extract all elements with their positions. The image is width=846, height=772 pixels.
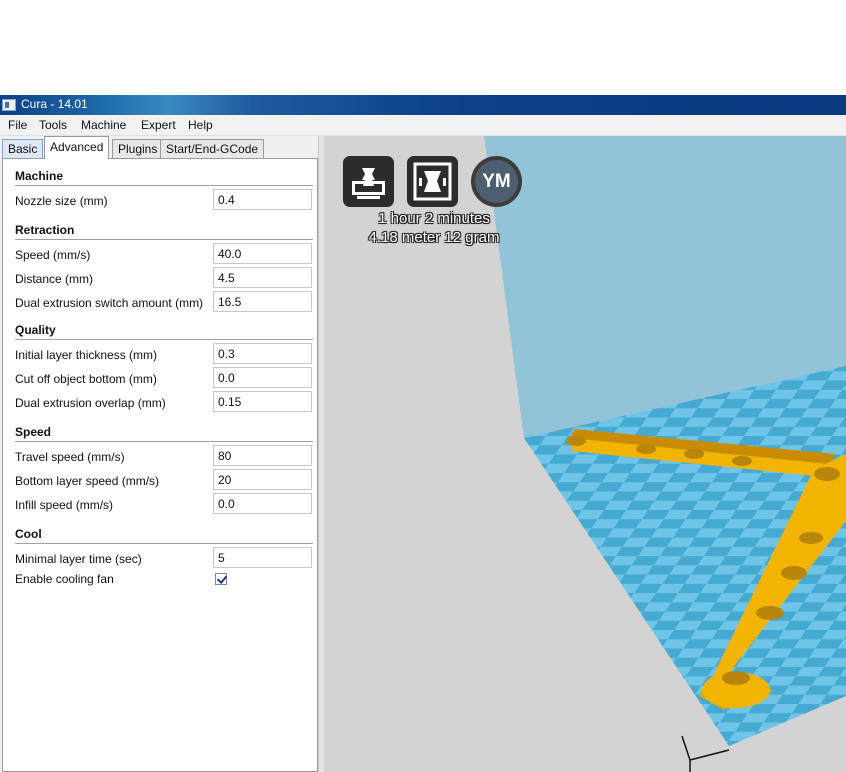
bottom-layer-speed-label: Bottom layer speed (mm/s) [15, 474, 160, 488]
dual-extrusion-switch-input[interactable] [213, 291, 312, 312]
dual-extrusion-overlap-input[interactable] [213, 391, 312, 412]
infill-speed-input[interactable] [213, 493, 312, 514]
ym-plugin-button[interactable]: YM [471, 156, 522, 207]
ym-logo-label: YM [475, 160, 518, 203]
nozzle-size-input[interactable] [213, 189, 312, 210]
section-divider [15, 543, 313, 544]
nozzle-size-label: Nozzle size (mm) [15, 194, 108, 208]
3d-viewport[interactable]: YM 1 hour 2 minutes 4.18 meter 12 gram [324, 136, 846, 772]
enable-cooling-fan-checkbox[interactable] [215, 573, 227, 585]
menu-machine[interactable]: Machine [81, 118, 126, 132]
load-model-button[interactable] [343, 156, 394, 207]
menu-bar: File Tools Machine Expert Help [0, 115, 846, 136]
tab-basic[interactable]: Basic [2, 139, 44, 159]
retraction-distance-label: Distance (mm) [15, 272, 94, 286]
initial-layer-thickness-input[interactable] [213, 343, 312, 364]
tab-plugins[interactable]: Plugins [112, 139, 164, 159]
minimal-layer-time-input[interactable] [213, 547, 312, 568]
menu-help[interactable]: Help [188, 118, 213, 132]
minimal-layer-time-label: Minimal layer time (sec) [15, 552, 142, 566]
infill-speed-label: Infill speed (mm/s) [15, 498, 114, 512]
menu-tools[interactable]: Tools [39, 118, 67, 132]
section-quality-title: Quality [15, 323, 56, 337]
section-divider [15, 239, 313, 240]
initial-layer-thickness-label: Initial layer thickness (mm) [15, 348, 158, 362]
section-retraction-title: Retraction [15, 223, 75, 237]
menu-file[interactable]: File [8, 118, 27, 132]
section-speed-title: Speed [15, 425, 52, 439]
advanced-settings-pane: Machine Nozzle size (mm) Retraction Spee… [2, 158, 318, 772]
load-model-icon [352, 168, 385, 199]
section-divider [15, 185, 313, 186]
retraction-speed-input[interactable] [213, 243, 312, 264]
section-machine-title: Machine [15, 169, 64, 183]
view-mode-button[interactable] [407, 156, 458, 207]
print-material-text: 4.18 meter 12 gram [368, 229, 500, 246]
dual-extrusion-switch-label: Dual extrusion switch amount (mm) [15, 296, 204, 310]
retraction-speed-label: Speed (mm/s) [15, 248, 91, 262]
tab-start-end-gcode[interactable]: Start/End-GCode [160, 139, 265, 159]
cut-off-bottom-label: Cut off object bottom (mm) [15, 372, 157, 386]
window-title-bar[interactable]: Cura - 14.01 [0, 95, 846, 115]
bottom-layer-speed-input[interactable] [213, 469, 312, 490]
print-time-text: 1 hour 2 minutes [378, 210, 490, 227]
section-cool-title: Cool [15, 527, 42, 541]
enable-cooling-fan-label: Enable cooling fan [15, 572, 114, 586]
dual-extrusion-overlap-label: Dual extrusion overlap (mm) [15, 396, 166, 410]
cura-app-icon [2, 99, 16, 111]
cut-off-bottom-input[interactable] [213, 367, 312, 388]
retraction-distance-input[interactable] [213, 267, 312, 288]
section-divider [15, 339, 313, 340]
travel-speed-input[interactable] [213, 445, 312, 466]
settings-panel: Basic Plugins Start/End-GCode Machine No… [0, 136, 322, 772]
tab-advanced[interactable]: Advanced [44, 136, 110, 159]
menu-expert[interactable]: Expert [141, 118, 176, 132]
view-mode-icon [413, 162, 452, 201]
travel-speed-label: Travel speed (mm/s) [15, 450, 125, 464]
window-title: Cura - 14.01 [21, 97, 88, 111]
section-divider [15, 441, 313, 442]
